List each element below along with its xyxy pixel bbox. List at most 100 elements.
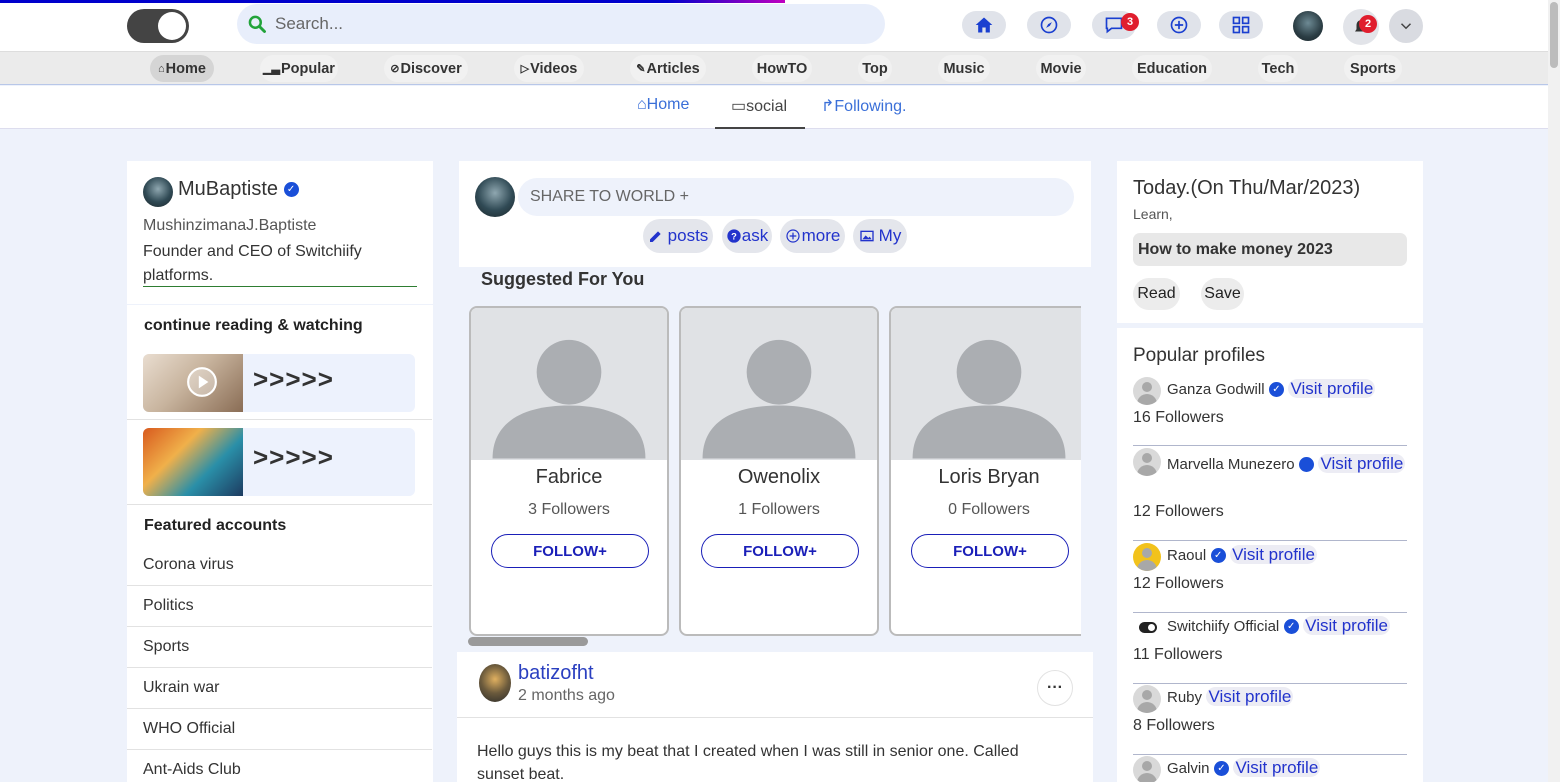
verified-icon: ✓ (1210, 548, 1226, 564)
category-top[interactable]: Top (858, 55, 892, 82)
divider (457, 717, 1093, 718)
apps-nav-button[interactable] (1219, 11, 1263, 39)
category-education[interactable]: Education (1132, 55, 1212, 82)
subtab-following[interactable]: ↱Following. (821, 96, 906, 116)
category-tech[interactable]: Tech (1258, 55, 1298, 82)
visit-profile-link[interactable]: Visit profile (1318, 454, 1406, 473)
category-music[interactable]: Music (938, 55, 990, 82)
post-author-avatar[interactable] (479, 664, 511, 702)
divider (1133, 683, 1407, 684)
featured-title: Featured accounts (144, 517, 287, 534)
visit-profile-link[interactable]: Visit profile (1288, 379, 1376, 398)
popular-profile-name: Galvin (1167, 760, 1210, 777)
divider (1133, 445, 1407, 446)
category-howto[interactable]: HowTO (752, 55, 812, 82)
featured-item[interactable]: Corona virus (143, 556, 234, 574)
read-button[interactable]: Read (1133, 278, 1180, 310)
grid-icon (1232, 16, 1250, 34)
popular-profile-name: Ruby (1167, 689, 1203, 706)
follow-button[interactable]: FOLLOW+ (701, 534, 859, 568)
list-icon: ▭ (731, 98, 747, 115)
today-headline[interactable]: How to make money 2023 (1133, 233, 1407, 266)
follow-button[interactable]: FOLLOW+ (911, 534, 1069, 568)
category-home[interactable]: ⌂ Home (150, 55, 214, 82)
search-bar[interactable] (237, 4, 885, 44)
my-media-button[interactable]: My (853, 219, 907, 253)
suggested-card: Loris Bryan 0 Followers FOLLOW+ (889, 306, 1081, 636)
subtab-home[interactable]: ⌂Home (637, 96, 689, 114)
more-button[interactable]: more (780, 219, 845, 253)
featured-item[interactable]: Ant-Aids Club (143, 761, 241, 779)
divider (127, 708, 432, 709)
theme-toggle[interactable] (127, 9, 189, 43)
today-title: Today.(On Thu/Mar/2023) (1133, 177, 1361, 199)
messages-badge: 3 (1121, 13, 1139, 31)
verified-icon: ✓ (1269, 382, 1284, 398)
profile-avatar[interactable] (143, 177, 173, 207)
notifications-button[interactable]: 2 (1343, 9, 1379, 45)
category-sports[interactable]: Sports (1344, 55, 1402, 82)
suggested-name[interactable]: Owenolix (681, 466, 877, 489)
category-discover[interactable]: ⊘ Discover (384, 55, 468, 82)
visit-profile-link[interactable]: Visit profile (1303, 616, 1391, 635)
post-options-button[interactable]: ··· (1037, 670, 1073, 706)
featured-item[interactable]: Ukrain war (143, 679, 219, 697)
divider (127, 626, 432, 627)
account-menu-button[interactable] (1389, 9, 1423, 43)
divider (1133, 612, 1407, 613)
messages-nav-button[interactable]: 3 (1092, 11, 1139, 39)
subtab-social[interactable]: ▭social (731, 96, 787, 116)
continue-item[interactable]: >>>>> (143, 428, 415, 496)
category-popular[interactable]: ▁▃ Popular (260, 55, 338, 82)
popular-profile-followers: 16 Followers (1133, 409, 1224, 426)
verified-icon: ✓ (1283, 619, 1299, 635)
continue-item[interactable]: >>>>> (143, 354, 415, 412)
explore-nav-button[interactable] (1027, 11, 1071, 39)
category-movie[interactable]: Movie (1036, 55, 1086, 82)
follow-button[interactable]: FOLLOW+ (491, 534, 649, 568)
carousel-scrollbar[interactable] (468, 637, 588, 646)
search-input[interactable] (275, 14, 835, 34)
question-icon: ? (727, 229, 741, 243)
suggested-name[interactable]: Fabrice (471, 466, 667, 489)
category-videos[interactable]: ▷ Videos (514, 55, 584, 82)
save-button[interactable]: Save (1201, 278, 1244, 310)
plus-circle-icon (1170, 16, 1188, 34)
more-horizontal-icon: ··· (1047, 679, 1063, 696)
suggested-carousel[interactable]: Fabrice 3 Followers FOLLOW+ Owenolix 1 F… (468, 306, 1081, 636)
feed-subnav: ⌂Home ▭social ↱Following. (0, 86, 1548, 129)
suggested-followers: 0 Followers (948, 501, 1030, 518)
visit-profile-link[interactable]: Visit profile (1233, 758, 1321, 777)
verified-icon: ✓ (1299, 457, 1341, 473)
smiley-avatar (1133, 543, 1161, 571)
page-scrollbar[interactable] (1548, 0, 1560, 782)
popular-profile-name: Ganza Godwill (1167, 381, 1265, 398)
avatar-placeholder-icon (1133, 685, 1161, 713)
featured-item[interactable]: Politics (143, 597, 194, 615)
create-nav-button[interactable] (1157, 11, 1201, 39)
category-articles[interactable]: ✎ Articles (630, 55, 706, 82)
divider (127, 749, 432, 750)
profile-username[interactable]: MuBaptiste ✓ (178, 178, 299, 201)
posts-button[interactable]: posts (643, 219, 713, 253)
popular-profile-name: Switchiify Official (1167, 618, 1280, 635)
share-input[interactable]: SHARE TO WORLD + (518, 178, 1074, 216)
video-thumbnail (143, 354, 243, 412)
edit-icon: ✎ (636, 63, 646, 75)
post-composer: SHARE TO WORLD + posts ? ask more My (459, 161, 1091, 267)
user-avatar[interactable] (1293, 11, 1323, 41)
ask-button[interactable]: ? ask (722, 219, 772, 253)
visit-profile-link[interactable]: Visit profile (1206, 687, 1294, 706)
toggle-logo-icon (1139, 622, 1157, 633)
compass-icon (1040, 16, 1058, 34)
featured-item[interactable]: Sports (143, 638, 189, 656)
avatar-placeholder-icon (1133, 756, 1161, 782)
suggested-name[interactable]: Loris Bryan (891, 466, 1081, 489)
visit-profile-link[interactable]: Visit profile (1230, 545, 1317, 564)
post-author[interactable]: batizofht (518, 662, 594, 685)
popular-profile-name: Marvella Munezero (1167, 456, 1295, 473)
home-nav-button[interactable] (962, 11, 1006, 39)
popular-profile-followers: 11 Followers (1133, 646, 1223, 663)
featured-item[interactable]: WHO Official (143, 720, 235, 738)
popular-profile-followers: 12 Followers (1133, 503, 1224, 520)
